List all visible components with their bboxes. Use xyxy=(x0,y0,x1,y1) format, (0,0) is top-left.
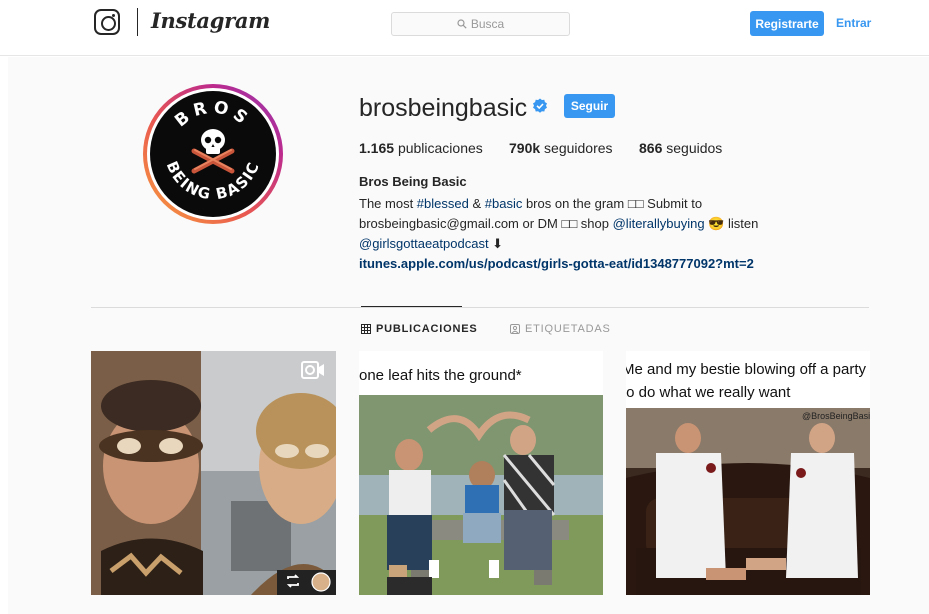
hashtag-link[interactable]: #basic xyxy=(485,196,523,211)
mention-link[interactable]: @girlsgottaeatpodcast xyxy=(359,236,489,251)
tab-label: PUBLICACIONES xyxy=(376,323,478,335)
bio-text: The most #blessed & #basic bros on the g… xyxy=(359,196,759,271)
repost-icon xyxy=(286,574,300,588)
post-image xyxy=(626,408,870,595)
tabs-divider xyxy=(91,307,869,308)
search-placeholder: Busca xyxy=(470,17,505,31)
active-tab-indicator xyxy=(361,306,462,307)
post-thumbnail[interactable]: one leaf hits the ground* xyxy=(359,351,603,595)
tab-publicaciones[interactable]: PUBLICACIONES xyxy=(361,323,477,335)
login-link[interactable]: Entrar xyxy=(836,16,871,30)
followers-count[interactable]: 790k seguidores xyxy=(509,140,613,156)
avatar-logo-image: BROS BEING BASIC xyxy=(150,91,276,217)
follow-button[interactable]: Seguir xyxy=(564,94,615,118)
post-caption: one leaf hits the ground* xyxy=(359,367,522,384)
post-caption-line2: to do what we really want xyxy=(626,384,791,401)
avatar[interactable]: BROS BEING BASIC xyxy=(147,88,279,220)
tab-label: ETIQUETADAS xyxy=(525,323,611,335)
post-image xyxy=(359,395,603,595)
post-thumbnail[interactable]: Me and my bestie blowing off a party to … xyxy=(626,351,870,595)
posts-count: 1.165 publicaciones xyxy=(359,140,483,156)
tab-etiquetadas[interactable]: ETIQUETADAS xyxy=(510,323,611,335)
nav-divider xyxy=(137,8,138,36)
post-image xyxy=(91,351,336,595)
tagged-icon xyxy=(510,324,520,334)
mention-link[interactable]: @literallybuying xyxy=(613,216,705,231)
search-icon xyxy=(457,19,467,29)
hashtag-link[interactable]: #blessed xyxy=(417,196,469,211)
post-watermark: @BrosBeingBasic xyxy=(802,411,870,421)
verified-badge-icon xyxy=(533,98,547,113)
profile-username: brosbeingbasic xyxy=(359,94,528,122)
video-icon xyxy=(301,361,324,379)
instagram-camera-icon[interactable] xyxy=(94,9,120,35)
grid-icon xyxy=(361,324,371,334)
signup-button[interactable]: Registrarte xyxy=(750,11,824,36)
instagram-wordmark[interactable]: Instagram xyxy=(151,8,270,33)
top-nav: Instagram Busca Registrarte Entrar xyxy=(0,0,929,56)
post-caption-line1: Me and my bestie blowing off a party xyxy=(626,361,867,378)
bio-full-name: Bros Being Basic xyxy=(359,174,467,189)
post-thumbnail[interactable] xyxy=(91,351,336,595)
following-count[interactable]: 866 seguidos xyxy=(639,140,722,156)
bio-website-link[interactable]: itunes.apple.com/us/podcast/girls-gotta-… xyxy=(359,256,754,271)
search-input[interactable]: Busca xyxy=(391,12,570,36)
